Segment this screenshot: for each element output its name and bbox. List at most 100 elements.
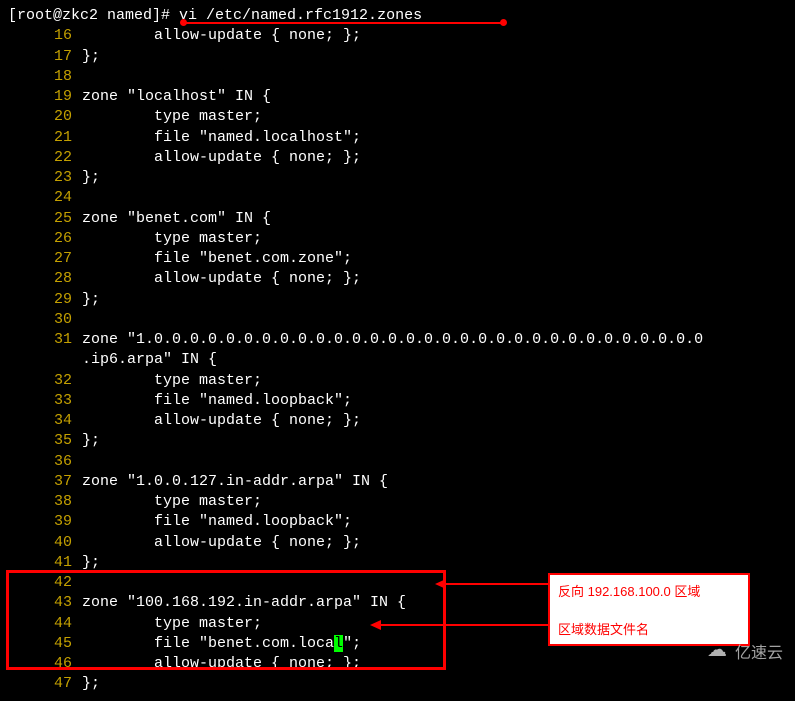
line-number: 23 [8,168,82,188]
line-number: 44 [8,614,82,634]
code-line: 29}; [8,290,787,310]
line-number: 28 [8,269,82,289]
code-text: allow-update { none; }; [82,269,361,289]
code-line: 46 allow-update { none; }; [8,654,787,674]
code-line: 36 [8,452,787,472]
line-number: 32 [8,371,82,391]
code-text: zone "1.0.0.127.in-addr.arpa" IN { [82,472,388,492]
code-line: 18 [8,67,787,87]
code-text: type master; [82,371,262,391]
line-number: 33 [8,391,82,411]
line-number: 34 [8,411,82,431]
line-number: 45 [8,634,82,654]
line-number: 40 [8,533,82,553]
line-number: 18 [8,67,82,87]
line-number: 21 [8,128,82,148]
line-number: 20 [8,107,82,127]
shell-prompt: [root@zkc2 named]# [8,7,179,24]
code-text: zone "1.0.0.0.0.0.0.0.0.0.0.0.0.0.0.0.0.… [82,330,703,350]
line-number: 42 [8,573,82,593]
code-line: 38 type master; [8,492,787,512]
code-line: 33 file "named.loopback"; [8,391,787,411]
line-number: 16 [8,26,82,46]
code-line: 25zone "benet.com" IN { [8,209,787,229]
line-number: 19 [8,87,82,107]
line-number: 25 [8,209,82,229]
code-text: allow-update { none; }; [82,411,361,431]
line-number: 43 [8,593,82,613]
line-number: 30 [8,310,82,330]
line-number: 36 [8,452,82,472]
code-line: 19zone "localhost" IN { [8,87,787,107]
code-line: 31zone "1.0.0.0.0.0.0.0.0.0.0.0.0.0.0.0.… [8,330,787,350]
code-text: type master; [82,492,262,512]
line-number: 17 [8,47,82,67]
line-number: 31 [8,330,82,350]
code-text: type master; [82,614,262,634]
line-number: 27 [8,249,82,269]
line-number: 29 [8,290,82,310]
prompt-line: [root@zkc2 named]# vi /etc/named.rfc1912… [8,6,787,26]
code-text: allow-update { none; }; [82,533,361,553]
code-text: zone "localhost" IN { [82,87,271,107]
code-text: type master; [82,229,262,249]
code-line: 40 allow-update { none; }; [8,533,787,553]
line-number: 24 [8,188,82,208]
line-number: 26 [8,229,82,249]
line-number: 38 [8,492,82,512]
code-line: 24 [8,188,787,208]
code-line: 34 allow-update { none; }; [8,411,787,431]
line-number: 47 [8,674,82,694]
code-text: zone "100.168.192.in-addr.arpa" IN { [82,593,406,613]
code-text: file "benet.com.local"; [82,634,361,654]
code-line: 41}; [8,553,787,573]
line-number: 37 [8,472,82,492]
code-line-wrap: .ip6.arpa" IN { [8,350,787,370]
command-underline [181,22,506,24]
code-text: allow-update { none; }; [82,148,361,168]
code-line: 39 file "named.loopback"; [8,512,787,532]
code-line: 22 allow-update { none; }; [8,148,787,168]
cursor: l [334,635,343,652]
line-number: 41 [8,553,82,573]
code-text: allow-update { none; }; [82,654,361,674]
watermark: 亿速云 [707,639,783,663]
code-line: 17}; [8,47,787,67]
code-line: 35}; [8,431,787,451]
code-line: 26 type master; [8,229,787,249]
code-text: file "benet.com.zone"; [82,249,352,269]
annotation-line-1: 反向 192.168.100.0 区域 [558,581,740,600]
code-line: 32 type master; [8,371,787,391]
code-line: 23}; [8,168,787,188]
underline-dot-right [500,19,507,26]
code-text: }; [82,674,100,694]
watermark-text: 亿速云 [735,639,783,663]
code-line: 16 allow-update { none; }; [8,26,787,46]
code-line: 20 type master; [8,107,787,127]
code-text: }; [82,290,100,310]
line-number: 46 [8,654,82,674]
annotation-line-2: 区域数据文件名 [558,619,740,638]
code-text: type master; [82,107,262,127]
code-text: file "named.loopback"; [82,512,352,532]
code-text: zone "benet.com" IN { [82,209,271,229]
code-line: 37zone "1.0.0.127.in-addr.arpa" IN { [8,472,787,492]
line-number: 39 [8,512,82,532]
code-text: }; [82,47,100,67]
code-text: }; [82,431,100,451]
code-line: 28 allow-update { none; }; [8,269,787,289]
code-text: .ip6.arpa" IN { [8,350,217,370]
code-text: allow-update { none; }; [82,26,361,46]
code-text: file "named.localhost"; [82,128,361,148]
code-text: }; [82,168,100,188]
code-line: 30 [8,310,787,330]
line-number: 22 [8,148,82,168]
line-number: 35 [8,431,82,451]
code-line: 21 file "named.localhost"; [8,128,787,148]
annotation-box: 反向 192.168.100.0 区域 区域数据文件名 [548,573,750,646]
code-line: 27 file "benet.com.zone"; [8,249,787,269]
cloud-icon [707,643,731,659]
code-text: file "named.loopback"; [82,391,352,411]
code-text: }; [82,553,100,573]
code-line: 47}; [8,674,787,694]
